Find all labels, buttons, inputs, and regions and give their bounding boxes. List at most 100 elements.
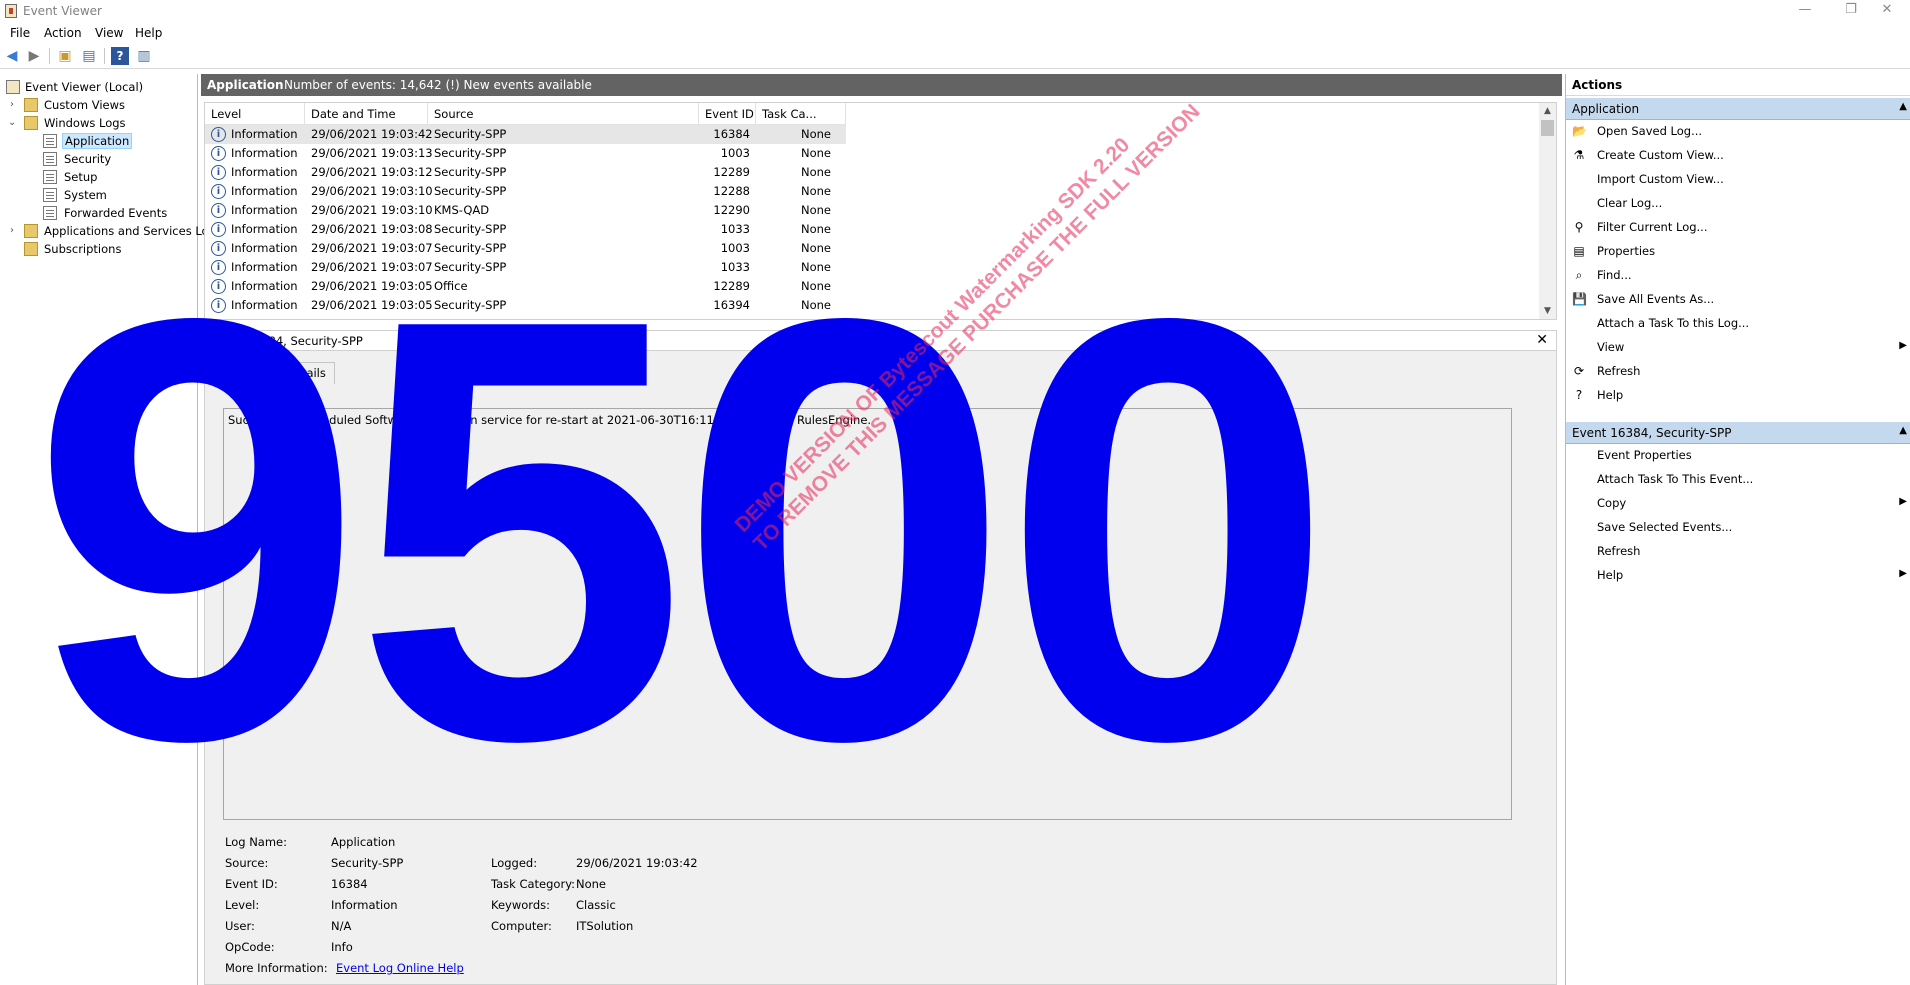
action-item[interactable]: Event Properties: [1566, 445, 1910, 465]
table-row[interactable]: i Information 29/06/2021 19:03:10 KMS-QAD No…: [205, 201, 846, 220]
cell-source: Security-SPP: [434, 298, 507, 312]
chevron-right-icon[interactable]: ›: [10, 99, 20, 110]
scroll-down-icon[interactable]: ▼: [1539, 303, 1556, 319]
tree-item-system[interactable]: System: [4, 186, 194, 204]
tree-item-subscriptions[interactable]: Subscriptions: [4, 240, 194, 258]
table-row[interactable]: i Information 29/06/2021 19:03:05 Office Non…: [205, 277, 846, 296]
action-item[interactable]: Attach a Task To this Log...: [1566, 313, 1910, 333]
tree-item-security[interactable]: Security: [4, 150, 194, 168]
cell-task-category: None: [801, 146, 832, 160]
chevron-up-icon[interactable]: ▲: [1899, 101, 1907, 112]
action-icon: ?: [1575, 388, 1583, 402]
tree-item-forwarded-events[interactable]: Forwarded Events: [4, 204, 194, 222]
action-item[interactable]: ▤ Properties: [1566, 241, 1910, 261]
information-icon: i: [211, 165, 226, 180]
tree-label: Forwarded Events: [64, 206, 168, 220]
tree-item-windows-logs[interactable]: ⌄ Windows Logs: [4, 114, 194, 132]
tree-item-apps-services[interactable]: › Applications and Services Lo: [4, 222, 209, 240]
tree-item-setup[interactable]: Setup: [4, 168, 194, 186]
event-description-box[interactable]: Successfully scheduled Software Protecti…: [223, 408, 1512, 820]
event-log-online-help-link[interactable]: Event Log Online Help: [336, 961, 464, 975]
action-label: Create Custom View...: [1597, 148, 1724, 162]
actions-section-event[interactable]: Event 16384, Security-SPP ▲: [1566, 422, 1910, 444]
cell-task-category: None: [801, 127, 832, 141]
scroll-thumb[interactable]: [1541, 120, 1554, 136]
action-label: Event Properties: [1597, 448, 1692, 462]
action-label: Clear Log...: [1597, 196, 1663, 210]
cell-task-category: None: [801, 222, 832, 236]
action-item[interactable]: Copy ▶: [1566, 493, 1910, 513]
action-item[interactable]: ⚲ Filter Current Log...: [1566, 217, 1910, 237]
column-header-source[interactable]: Source: [428, 103, 699, 125]
table-row[interactable]: i Information 29/06/2021 19:03:42 Security-…: [205, 125, 846, 144]
log-icon: [43, 134, 57, 148]
column-header-level[interactable]: Level: [205, 103, 305, 125]
forward-arrow-icon[interactable]: ▶: [25, 47, 43, 65]
tree-item-application[interactable]: Application: [4, 132, 194, 150]
tab-general[interactable]: General: [215, 362, 279, 384]
cell-level: Information: [231, 127, 298, 141]
close-window-button[interactable]: ✕: [1864, 0, 1910, 22]
field-value-computer: ITSolution: [576, 919, 634, 933]
menu-action[interactable]: Action: [44, 26, 82, 40]
cell-source: KMS-QAD: [434, 203, 490, 217]
action-item[interactable]: View ▶: [1566, 337, 1910, 357]
show-hide-tree-icon[interactable]: ▤: [80, 47, 98, 65]
action-label: Save Selected Events...: [1597, 520, 1733, 534]
cell-level: Information: [231, 146, 298, 160]
menu-help[interactable]: Help: [135, 26, 162, 40]
tree-item-root[interactable]: Event Viewer (Local): [4, 78, 194, 96]
field-label: Log Name:: [225, 835, 287, 849]
column-header-date[interactable]: Date and Time: [305, 103, 428, 125]
show-hide-action-pane-icon[interactable]: ▥: [135, 47, 153, 65]
cell-source: Security-SPP: [434, 127, 507, 141]
cell-level: Information: [231, 184, 298, 198]
field-label: Level:: [225, 898, 260, 912]
action-item[interactable]: Attach Task To This Event...: [1566, 469, 1910, 489]
action-item[interactable]: ? Help: [1566, 385, 1910, 405]
back-arrow-icon[interactable]: ◀: [3, 47, 21, 65]
menu-file[interactable]: File: [10, 26, 30, 40]
action-item[interactable]: Import Custom View...: [1566, 169, 1910, 189]
events-scrollbar[interactable]: ▲ ▼: [1539, 103, 1556, 319]
column-header-task-category[interactable]: Task Ca...: [756, 103, 846, 125]
action-item[interactable]: 💾 Save All Events As...: [1566, 289, 1910, 309]
menu-view[interactable]: View: [95, 26, 123, 40]
cell-event-id: 1003: [720, 241, 750, 255]
help-icon[interactable]: ?: [111, 47, 129, 65]
column-header-event-id[interactable]: Event ID: [699, 103, 756, 125]
submenu-arrow-icon: ▶: [1899, 340, 1907, 351]
action-item[interactable]: 📂 Open Saved Log...: [1566, 121, 1910, 141]
tab-details[interactable]: Details: [277, 362, 335, 384]
actions-section-application[interactable]: Application ▲: [1566, 98, 1910, 120]
folder-up-icon[interactable]: ▣: [56, 47, 74, 65]
actions-header: Actions: [1566, 74, 1910, 96]
table-row[interactable]: i Information 29/06/2021 19:03:13 Security-…: [205, 144, 846, 163]
table-row[interactable]: i Information 29/06/2021 19:03:05 Security-…: [205, 296, 846, 315]
tree-item-custom-views[interactable]: › Custom Views: [4, 96, 194, 114]
chevron-down-icon[interactable]: ⌄: [8, 117, 18, 128]
chevron-up-icon[interactable]: ▲: [1899, 425, 1907, 436]
minimize-button[interactable]: —: [1782, 0, 1828, 22]
table-row[interactable]: i Information 29/06/2021 19:03:07 Security-…: [205, 258, 846, 277]
table-row[interactable]: i Information 29/06/2021 19:03:10 Security-…: [205, 182, 846, 201]
tree-label: Windows Logs: [44, 116, 126, 130]
chevron-right-icon[interactable]: ›: [10, 225, 20, 236]
scroll-up-icon[interactable]: ▲: [1539, 103, 1556, 119]
action-item[interactable]: Save Selected Events...: [1566, 517, 1910, 537]
close-icon[interactable]: ✕: [1536, 332, 1548, 348]
action-item[interactable]: Clear Log...: [1566, 193, 1910, 213]
table-row[interactable]: i Information 29/06/2021 19:03:08 Security-…: [205, 220, 846, 239]
submenu-arrow-icon: ▶: [1899, 568, 1907, 579]
action-item[interactable]: ⟳ Refresh: [1566, 361, 1910, 381]
action-item[interactable]: Refresh: [1566, 541, 1910, 561]
table-row[interactable]: i Information 29/06/2021 19:03:07 Security-…: [205, 239, 846, 258]
action-icon: [1572, 340, 1586, 354]
information-icon: i: [211, 203, 226, 218]
cell-date: 29/06/2021 19:03:07: [311, 260, 433, 274]
action-item[interactable]: ⚗ Create Custom View...: [1566, 145, 1910, 165]
information-icon: i: [211, 127, 226, 142]
action-item[interactable]: Help ▶: [1566, 565, 1910, 585]
table-row[interactable]: i Information 29/06/2021 19:03:12 Security-…: [205, 163, 846, 182]
action-item[interactable]: ⌕ Find...: [1566, 265, 1910, 285]
